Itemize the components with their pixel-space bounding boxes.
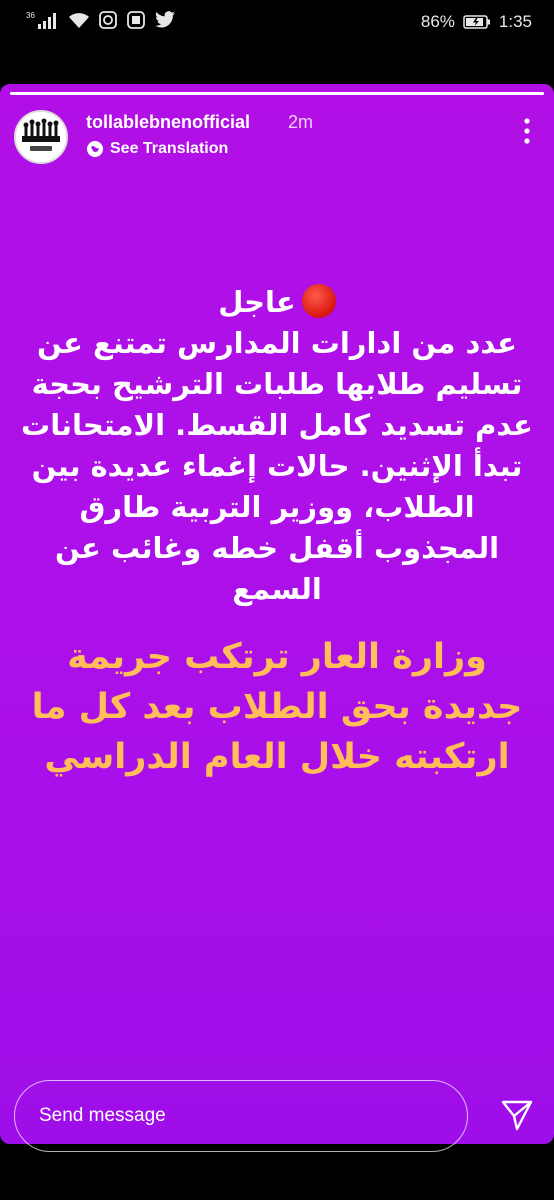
story-time-ago: 2m (288, 112, 314, 132)
status-right-info: 86% 1:35 (421, 12, 532, 32)
network-type: 36 (26, 11, 35, 20)
send-message-placeholder: Send message (39, 1105, 166, 1126)
send-message-input[interactable]: Send message (14, 1080, 468, 1152)
globe-icon (87, 141, 103, 157)
notification-icon (99, 11, 117, 29)
status-left-icons: 36 (26, 10, 176, 30)
urgent-heading: عاجل (20, 282, 534, 323)
story-card[interactable]: tollablebnenofficial 2m See Translation … (0, 84, 554, 1144)
profile-avatar[interactable] (14, 110, 68, 164)
battery-icon (463, 15, 490, 29)
story-secondary-text: وزارة العار ترتكب جريمة جديدة بحق الطلاب… (31, 637, 523, 777)
signal-icon: 36 (26, 11, 56, 29)
status-bar: 36 86% 1:35 (0, 0, 554, 48)
red-circle-icon (301, 284, 336, 318)
story-main-text: عاجل عدد من ادارات المدارس تمتنع عن تسلي… (20, 282, 534, 610)
clock: 1:35 (498, 12, 532, 31)
app-icon (127, 11, 145, 29)
send-icon[interactable] (500, 1098, 534, 1132)
twitter-icon (155, 11, 175, 28)
avatar-logo-icon (16, 112, 66, 162)
urgent-label: عاجل (218, 285, 296, 319)
story-progress-bar (10, 92, 544, 95)
story-username[interactable]: tollablebnenofficial (86, 112, 250, 133)
story-body-text: عدد من ادارات المدارس تمتنع عن تسليم طلا… (21, 326, 533, 606)
bottom-edge (0, 1186, 554, 1200)
more-vertical-icon[interactable] (524, 118, 530, 144)
see-translation-button[interactable]: See Translation (86, 140, 228, 158)
story-progress-fill (10, 92, 544, 95)
see-translation-label: See Translation (110, 140, 229, 157)
battery-percent: 86% (420, 12, 455, 31)
wifi-icon (69, 13, 89, 28)
